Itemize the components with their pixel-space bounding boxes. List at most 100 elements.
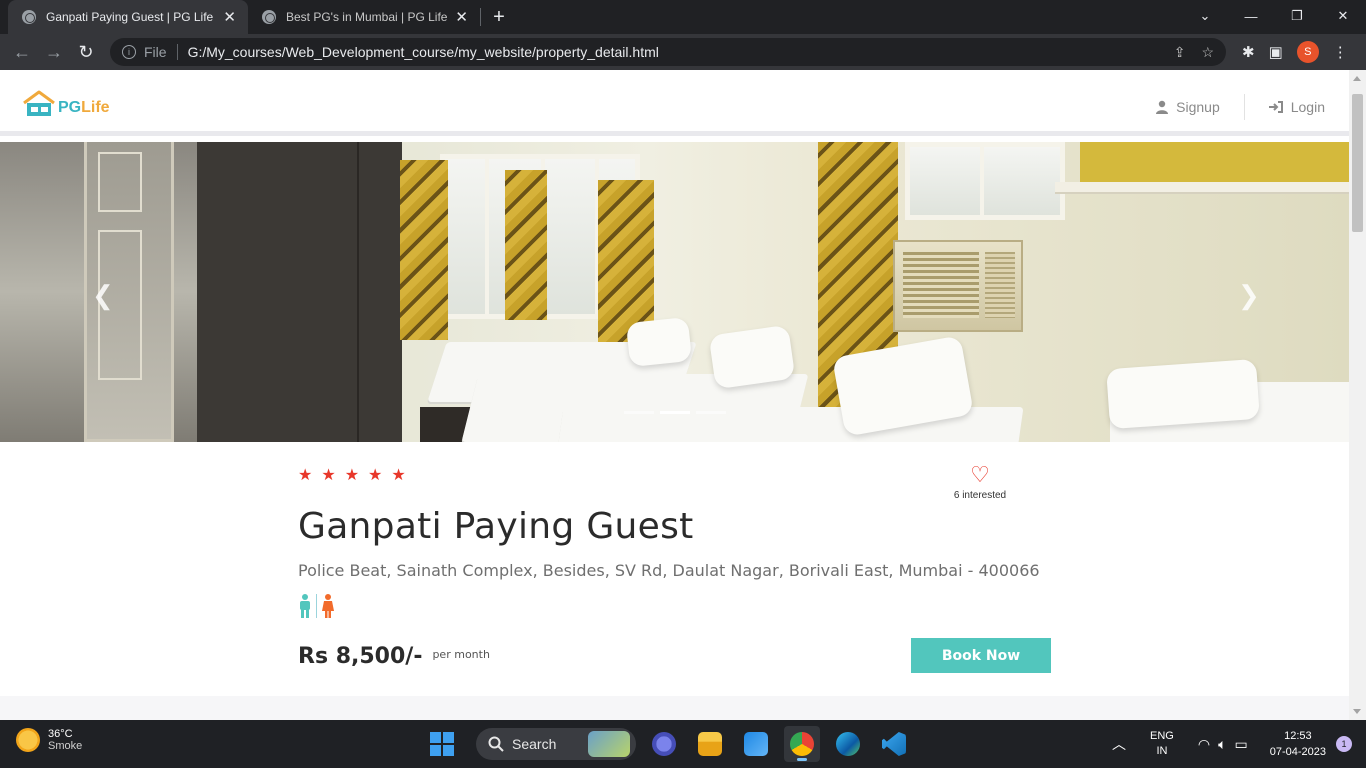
clock[interactable]: 12:53 07-04-2023	[1270, 728, 1326, 760]
taskbar-search[interactable]: Search	[476, 728, 636, 760]
carousel-indicators	[624, 411, 726, 414]
female-icon	[322, 594, 334, 618]
room-photo-curtain	[505, 170, 547, 320]
book-now-button[interactable]: Book Now	[911, 638, 1051, 673]
rent-unit: per month	[432, 647, 490, 661]
tab-search-chevron-icon[interactable]: ⌄	[1182, 0, 1228, 32]
share-icon[interactable]: ⇪	[1174, 44, 1186, 61]
signup-link[interactable]: Signup	[1156, 99, 1220, 115]
forward-button[interactable]: →	[38, 36, 70, 68]
toolbar-right: ✱ ▣ S ⋮	[1242, 41, 1348, 63]
property-summary: ★ ★ ★ ★ ★ ♡ 6 interested Ganpati Paying …	[298, 464, 1051, 674]
room-photo-pillow	[708, 324, 796, 390]
gender-indicator	[298, 592, 1051, 618]
weather-sun-icon	[16, 728, 40, 752]
site-logo[interactable]: PGLife	[22, 90, 110, 118]
quick-settings[interactable]: ◠ 🔈︎ ▭	[1198, 736, 1248, 753]
weather-description: Smoke	[48, 740, 83, 752]
back-button[interactable]: ←	[6, 36, 38, 68]
taskbar-mail[interactable]	[738, 726, 774, 762]
taskbar-edge[interactable]	[830, 726, 866, 762]
room-photo-door-panel	[98, 152, 142, 212]
minimize-button[interactable]: —	[1228, 0, 1274, 32]
browser-tab-strip: Ganpati Paying Guest | PG Life ✕ Best PG…	[0, 0, 1366, 34]
browser-tab-active[interactable]: Ganpati Paying Guest | PG Life ✕	[8, 0, 248, 34]
scrollbar-thumb[interactable]	[1352, 94, 1363, 232]
extensions-puzzle-icon[interactable]: ✱	[1242, 43, 1255, 61]
restore-button[interactable]: ❐	[1274, 0, 1320, 32]
header-nav: Signup Login	[1156, 94, 1325, 120]
taskbar-vscode[interactable]	[876, 726, 912, 762]
windows-taskbar: 36°C Smoke Search ︿ ENG IN ◠ 🔈︎ ▭ 12:53 …	[0, 720, 1366, 768]
scroll-down-arrow-icon[interactable]	[1353, 709, 1361, 714]
star-icon: ★	[321, 467, 336, 484]
wifi-icon: ◠	[1197, 735, 1211, 752]
login-link[interactable]: Login	[1268, 99, 1325, 115]
bookmark-star-icon[interactable]: ☆	[1201, 44, 1214, 61]
language-code: ENG	[1150, 730, 1174, 742]
star-icon: ★	[344, 467, 360, 484]
profile-avatar[interactable]: S	[1296, 41, 1319, 63]
site-header: PGLife Signup Login	[0, 70, 1349, 136]
language-indicator[interactable]: ENG IN	[1150, 729, 1174, 759]
next-section-band	[0, 696, 1349, 720]
volume-icon: 🔈︎	[1218, 735, 1227, 752]
page-viewport: PGLife Signup Login ❮ ❯ ★ ★ ★ ★ ★ ♡ 6 in…	[0, 70, 1349, 720]
taskbar-chrome[interactable]	[784, 726, 820, 762]
globe-icon	[262, 10, 276, 24]
taskbar-apps: Search	[424, 726, 912, 762]
edge-icon	[836, 732, 860, 756]
interested-count: 6 interested	[953, 490, 1007, 501]
browser-tab[interactable]: Best PG's in Mumbai | PG Life ✕	[248, 0, 480, 34]
carousel-indicator[interactable]	[624, 411, 654, 414]
property-image-carousel[interactable]: ❮ ❯	[0, 142, 1349, 442]
region-code: IN	[1156, 745, 1168, 757]
tab-title: Ganpati Paying Guest | PG Life	[46, 10, 214, 24]
star-icon: ★	[391, 467, 406, 484]
room-photo-air-conditioner	[893, 240, 1023, 332]
weather-widget[interactable]: 36°C Smoke	[16, 728, 82, 752]
logo-pg: PG	[58, 99, 82, 116]
reload-button[interactable]: ↻	[70, 36, 102, 68]
gender-separator	[316, 594, 317, 618]
close-tab-icon[interactable]: ✕	[223, 8, 236, 26]
chevron-up-icon[interactable]: ︿	[1112, 734, 1126, 754]
page-scrollbar[interactable]	[1349, 70, 1366, 720]
carousel-next-chevron-icon[interactable]: ❯	[1238, 280, 1260, 311]
search-icon	[488, 736, 504, 752]
new-tab-button[interactable]: +	[481, 0, 517, 34]
close-window-button[interactable]: ✕	[1320, 0, 1366, 32]
address-divider	[176, 44, 178, 60]
interested-container: ♡ 6 interested	[938, 464, 1022, 502]
house-logo-icon	[23, 90, 55, 116]
carousel-indicator[interactable]	[696, 411, 726, 414]
start-button[interactable]	[424, 726, 460, 762]
carousel-indicator-active[interactable]	[660, 411, 690, 414]
weather-temperature: 36°C	[48, 728, 73, 740]
male-icon	[300, 594, 310, 618]
globe-icon	[22, 10, 36, 24]
info-icon[interactable]: i	[122, 45, 136, 59]
notification-badge[interactable]: 1	[1336, 736, 1352, 752]
folder-icon	[698, 732, 722, 756]
carousel-prev-chevron-icon[interactable]: ❮	[92, 280, 114, 311]
search-label: Search	[512, 736, 557, 752]
menu-kebab-icon[interactable]: ⋮	[1333, 43, 1348, 61]
address-bar[interactable]: i File G:/My_courses/Web_Development_cou…	[110, 38, 1226, 66]
price-row: Rs 8,500/- per month Book Now	[298, 638, 1051, 674]
windows-logo-icon	[430, 732, 454, 756]
scroll-up-arrow-icon[interactable]	[1353, 76, 1361, 81]
heart-icon[interactable]: ♡	[938, 464, 1022, 486]
close-tab-icon[interactable]: ✕	[455, 8, 468, 26]
room-photo-wardrobe	[197, 142, 402, 442]
rent-price: Rs 8,500/-	[298, 643, 423, 669]
taskbar-file-explorer[interactable]	[692, 726, 728, 762]
clock-date: 07-04-2023	[1269, 746, 1326, 758]
property-address: Police Beat, Sainath Complex, Besides, S…	[298, 561, 1040, 580]
side-panel-icon[interactable]: ▣	[1269, 43, 1283, 61]
room-photo-pillow	[1106, 358, 1260, 430]
taskbar-meet-app[interactable]	[646, 726, 682, 762]
room-photo-pillow	[625, 316, 693, 368]
logo-wordmark: PGLife	[58, 99, 110, 117]
url-text[interactable]: G:/My_courses/Web_Development_course/my_…	[188, 44, 659, 60]
